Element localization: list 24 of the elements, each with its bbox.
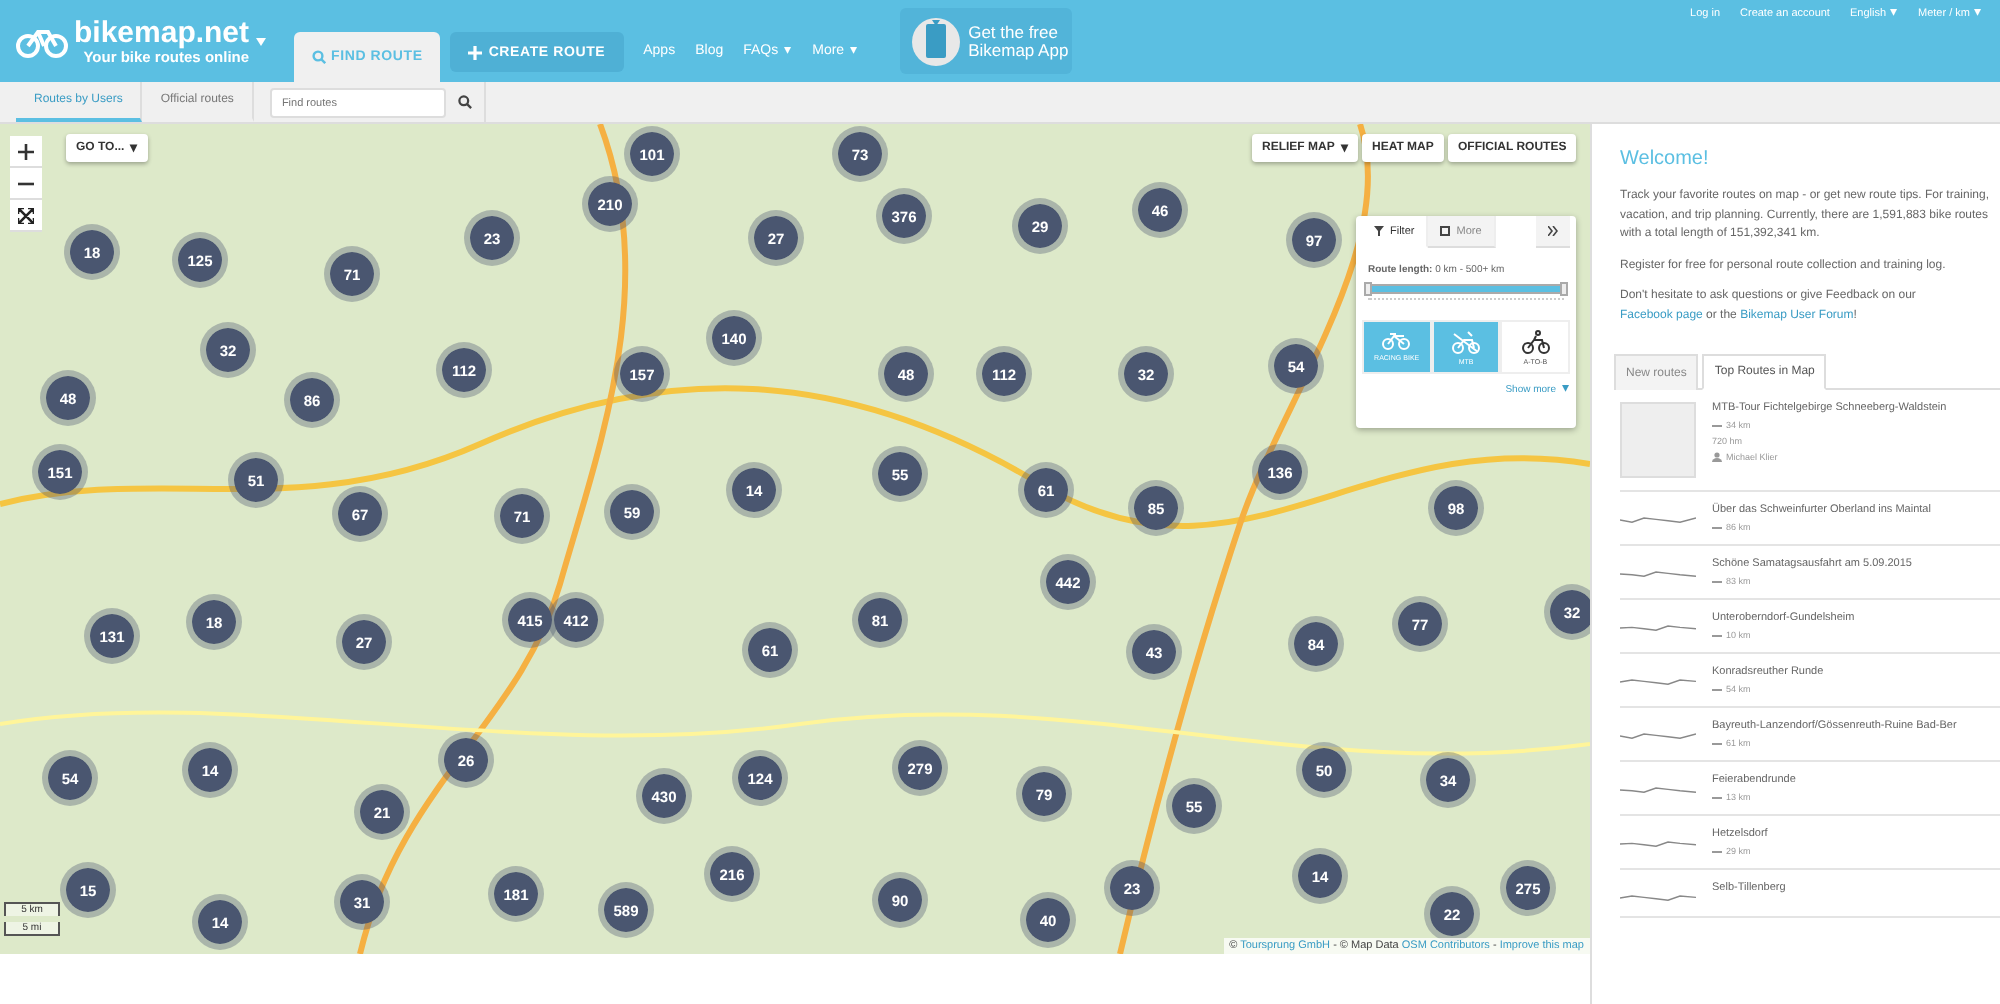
cyclist-icon [1521,329,1550,353]
phone-badge-icon [912,13,961,69]
photo-placeholder [1620,402,1696,478]
caret-icon [255,37,266,45]
list-icon [1440,226,1451,236]
funnel-icon [1374,226,1384,236]
welcome-title: Welcome! [1620,148,1711,170]
search-icon [457,94,472,110]
fullscreen-icon [18,207,34,223]
route-length-slider[interactable] [1368,284,1564,300]
user-icon [1712,452,1722,462]
expand-button[interactable] [1536,216,1570,248]
promo-text: Get the free Bikemap App [968,23,1071,59]
slider-handle[interactable] [1560,282,1568,296]
slider-handle[interactable] [1364,282,1372,296]
zoom-in-button[interactable] [10,136,42,168]
chevrons-icon [1548,226,1558,236]
plus-icon [468,45,483,59]
minus-icon [18,181,34,185]
plus-icon [18,143,34,159]
search-icon [311,50,326,64]
road-bike-icon [1382,332,1411,350]
bicycle-logo-icon [16,25,68,57]
mountain-bike-icon [1452,329,1480,353]
